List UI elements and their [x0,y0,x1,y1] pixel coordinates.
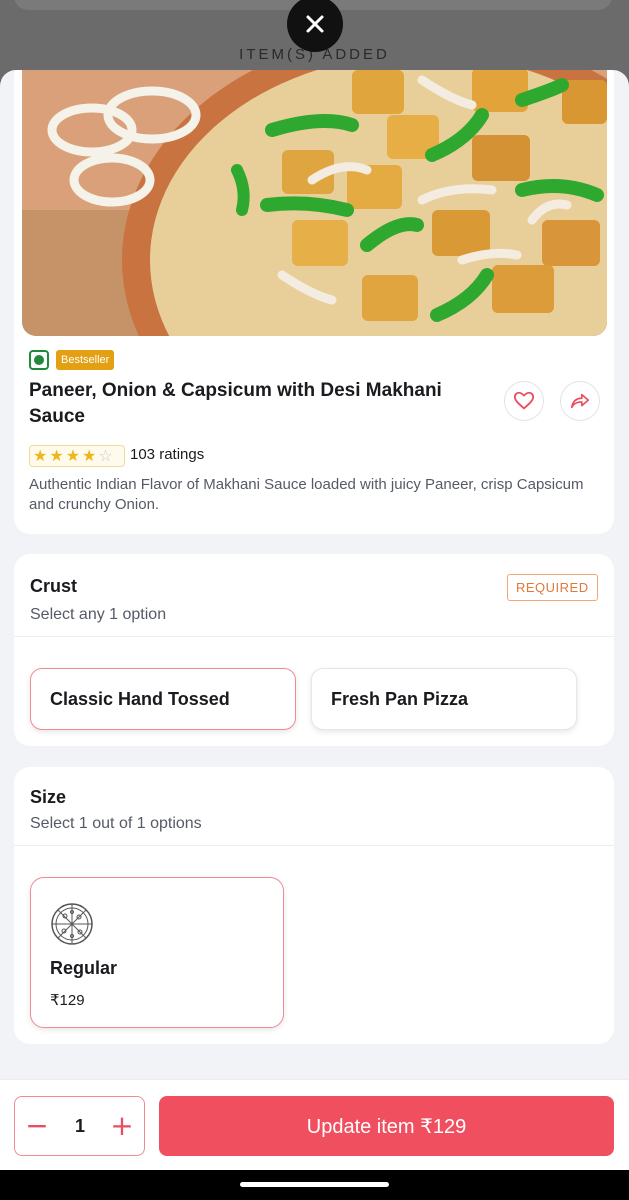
crust-title: Crust [30,576,78,596]
ratings-count: 103 ratings [130,446,205,463]
share-icon [570,393,590,409]
close-icon [306,15,324,33]
size-option-regular[interactable]: Regular ₹129 [30,877,284,1028]
star-icon: ★ [65,446,81,465]
star-icon: ★ [33,446,48,465]
size-label: Regular [50,958,118,978]
update-item-button[interactable]: Update item ₹129 [159,1096,614,1156]
bottom-action-bar: − 1 + Update item ₹129 [0,1079,629,1170]
quantity-value: 1 [74,1115,85,1136]
star-icon: ★ [82,446,97,465]
decrease-quantity-button[interactable]: − [17,1097,57,1155]
size-subtitle: Select 1 out of 1 options [30,815,202,832]
home-indicator[interactable] [240,1182,389,1187]
required-badge: REQUIRED [507,574,598,601]
system-nav-bar [0,1170,629,1200]
pizza-icon [51,903,93,945]
heart-icon [513,391,535,410]
divider [14,636,614,637]
item-customization-sheet: Bestseller Paneer, Onion & Capsicum with… [0,70,629,1170]
item-image [22,70,607,336]
share-button[interactable] [560,381,600,421]
item-description: Authentic Indian Flavor of Makhani Sauce… [29,476,584,513]
quantity-stepper: − 1 + [14,1096,145,1156]
crust-subtitle: Select any 1 option [30,606,167,623]
crust-option-classic-hand-tossed[interactable]: Classic Hand Tossed [30,668,296,730]
size-price: ₹129 [50,992,85,1009]
size-title: Size [30,787,67,807]
item-title: Paneer, Onion & Capsicum with Desi Makha… [29,380,442,427]
favorite-button[interactable] [504,381,544,421]
item-card: Bestseller Paneer, Onion & Capsicum with… [14,70,614,534]
crust-option-fresh-pan-pizza[interactable]: Fresh Pan Pizza [311,668,577,730]
crust-section: Crust Select any 1 option REQUIRED Class… [14,554,614,746]
bestseller-badge: Bestseller [56,350,115,370]
star-rating: ★ ★ ★ ★ ☆ [29,445,125,467]
size-section: Size Select 1 out of 1 options Regular ₹… [14,767,614,1044]
veg-icon [29,350,49,370]
increase-quantity-button[interactable]: + [102,1097,142,1155]
divider [14,845,614,846]
star-empty-icon: ☆ [98,446,113,465]
star-icon: ★ [49,446,64,465]
